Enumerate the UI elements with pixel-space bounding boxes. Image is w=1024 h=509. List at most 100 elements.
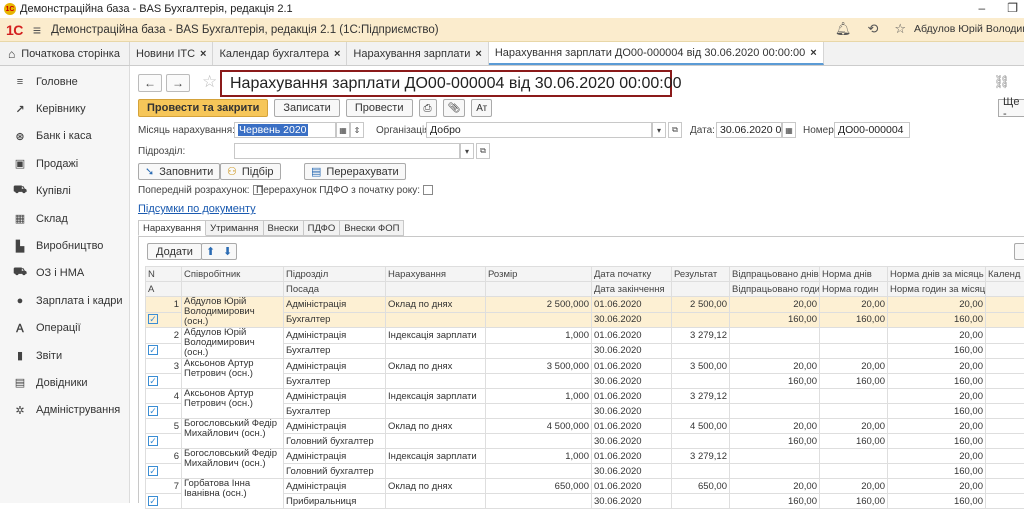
tab-accruals[interactable]: Нарахування — [138, 220, 206, 236]
table-cell[interactable] — [486, 494, 592, 509]
table-cell[interactable] — [986, 449, 1024, 464]
open-icon[interactable]: ⧉ — [668, 122, 682, 138]
table-cell[interactable]: Аксьонов Артур Петрович (осн.) — [182, 389, 284, 419]
table-row[interactable]: 1Абдулов Юрій Володимирович (осн.)Адміні… — [146, 297, 1024, 313]
column-header[interactable] — [986, 282, 1024, 297]
row-checkbox-cell[interactable]: ✓ — [146, 434, 182, 449]
table-cell[interactable]: 3 500,00 — [672, 359, 730, 374]
table-cell[interactable]: Адміністрація — [284, 297, 386, 313]
table-cell[interactable] — [820, 449, 888, 464]
arrow-down-icon[interactable]: ⬇ — [223, 245, 232, 258]
table-cell[interactable]: 1,000 — [486, 328, 592, 344]
table-row[interactable]: 6Богословський Федір Михайлович (осн.)Ад… — [146, 449, 1024, 464]
table-cell[interactable] — [986, 389, 1024, 404]
bell-icon[interactable]: 🔔︎ — [835, 21, 852, 37]
table-cell[interactable]: 6 — [146, 449, 182, 464]
table-cell[interactable]: Адміністрація — [284, 449, 386, 464]
table-cell[interactable] — [820, 328, 888, 344]
more-button[interactable]: Ще - — [998, 99, 1024, 117]
table-row[interactable]: 7Горбатова Інна Іванівна (осн.)Адміністр… — [146, 479, 1024, 494]
table-cell[interactable] — [820, 464, 888, 479]
table-cell[interactable]: 4 500,000 — [486, 419, 592, 434]
table-cell[interactable] — [672, 434, 730, 449]
tab-fop-contributions[interactable]: Внески ФОП — [340, 220, 404, 236]
checkmark-icon[interactable]: ✓ — [148, 345, 158, 355]
month-field[interactable]: Червень 2020 — [234, 122, 336, 138]
table-cell[interactable] — [986, 328, 1024, 344]
column-header[interactable]: Норма днів — [820, 267, 888, 282]
row-checkbox-cell[interactable]: ✓ — [146, 464, 182, 479]
table-cell[interactable]: Адміністрація — [284, 389, 386, 404]
table-cell[interactable]: Адміністрація — [284, 419, 386, 434]
department-field[interactable] — [234, 143, 460, 159]
forward-button[interactable]: → — [166, 74, 190, 92]
column-header[interactable] — [182, 282, 284, 297]
checkmark-icon[interactable]: ✓ — [148, 314, 158, 324]
table-cell[interactable]: 20,00 — [888, 389, 986, 404]
table-cell[interactable] — [486, 434, 592, 449]
table-cell[interactable]: 30.06.2020 — [592, 434, 672, 449]
table-cell[interactable]: 160,00 — [820, 434, 888, 449]
sidebar-item[interactable]: ⊛Банк і каса — [0, 123, 129, 150]
table-cell[interactable]: 01.06.2020 — [592, 389, 672, 404]
table-cell[interactable]: 01.06.2020 — [592, 359, 672, 374]
sidebar-item[interactable]: ▦Склад — [0, 205, 129, 232]
column-header[interactable]: Розмір — [486, 267, 592, 282]
table-cell[interactable]: Оклад по днях — [386, 297, 486, 313]
row-checkbox-cell[interactable]: ✓ — [146, 374, 182, 389]
column-header[interactable]: Нарахування — [386, 267, 486, 282]
table-cell[interactable] — [986, 464, 1024, 479]
table-cell[interactable]: Адміністрація — [284, 479, 386, 494]
table-cell[interactable]: 160,00 — [820, 494, 888, 509]
column-header[interactable]: Співробітник — [182, 267, 284, 282]
table-cell[interactable] — [986, 343, 1024, 359]
table-cell[interactable]: 20,00 — [730, 297, 820, 313]
table-cell[interactable] — [730, 343, 820, 359]
sidebar-item[interactable]: ▮Звіти — [0, 342, 129, 369]
column-header[interactable]: Посада — [284, 282, 386, 297]
table-cell[interactable]: Адміністрація — [284, 328, 386, 344]
table-cell[interactable]: Богословський Федір Михайлович (осн.) — [182, 449, 284, 479]
structure-icon[interactable]: Ат — [471, 99, 492, 117]
table-cell[interactable]: 3 — [146, 359, 182, 374]
column-header[interactable]: А — [146, 282, 182, 297]
tab-deductions[interactable]: Утримання — [206, 220, 263, 236]
table-cell[interactable]: 30.06.2020 — [592, 312, 672, 328]
table-cell[interactable]: 20,00 — [730, 479, 820, 494]
sidebar-item[interactable]: ▙Виробництво — [0, 232, 129, 259]
close-icon[interactable]: × — [810, 47, 816, 59]
table-cell[interactable]: 30.06.2020 — [592, 374, 672, 389]
table-cell[interactable]: Адміністрація — [284, 359, 386, 374]
table-cell[interactable] — [486, 312, 592, 328]
chevron-down-icon[interactable]: ▾ — [460, 143, 474, 159]
table-cell[interactable]: 160,00 — [730, 494, 820, 509]
recalculate-button[interactable]: ▤ Перерахувати — [304, 163, 406, 180]
table-cell[interactable]: Індексація зарплати — [386, 328, 486, 344]
column-header[interactable]: Норма днів за місяць — [888, 267, 986, 282]
table-cell[interactable] — [672, 404, 730, 419]
table-cell[interactable]: 5 — [146, 419, 182, 434]
post-button[interactable]: Провести — [346, 99, 413, 117]
table-cell[interactable]: Оклад по днях — [386, 419, 486, 434]
table-cell[interactable]: 160,00 — [888, 312, 986, 328]
main-menu-icon[interactable]: ≡ — [33, 22, 41, 38]
table-cell[interactable] — [672, 343, 730, 359]
table-cell[interactable]: Бухгалтер — [284, 343, 386, 359]
table-cell[interactable]: 3 279,12 — [672, 389, 730, 404]
close-icon[interactable]: × — [334, 48, 340, 60]
table-cell[interactable] — [986, 479, 1024, 494]
table-cell[interactable]: 01.06.2020 — [592, 479, 672, 494]
row-checkbox-cell[interactable]: ✓ — [146, 404, 182, 419]
tab-contributions[interactable]: Внески — [264, 220, 304, 236]
table-cell[interactable]: 160,00 — [730, 434, 820, 449]
calendar-icon[interactable]: ▦ — [336, 122, 350, 138]
sidebar-item[interactable]: ≡Головне — [0, 68, 129, 95]
table-cell[interactable]: 01.06.2020 — [592, 419, 672, 434]
table-cell[interactable]: 20,00 — [820, 359, 888, 374]
table-cell[interactable]: 01.06.2020 — [592, 328, 672, 344]
tab-calendar[interactable]: Календар бухгалтера × — [213, 42, 347, 65]
table-cell[interactable]: 2 — [146, 328, 182, 344]
table-cell[interactable] — [986, 374, 1024, 389]
table-row[interactable]: 5Богословський Федір Михайлович (осн.)Ад… — [146, 419, 1024, 434]
table-cell[interactable] — [672, 312, 730, 328]
